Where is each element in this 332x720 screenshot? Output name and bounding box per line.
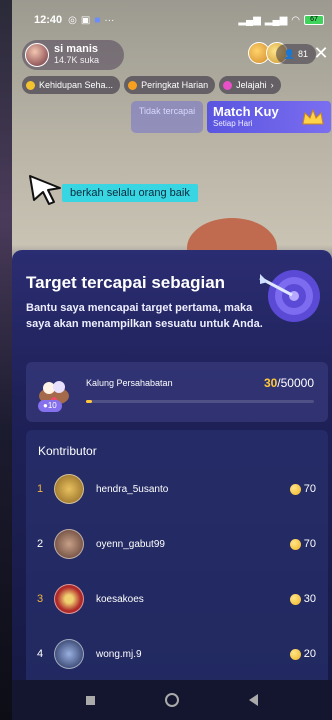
coin-icon xyxy=(289,593,301,605)
progress-card[interactable]: ●10 Kalung Persahabatan 30/50000 xyxy=(26,362,328,422)
contributor-coin-value: 30 xyxy=(303,593,316,605)
battery-icon: 67 xyxy=(304,15,324,25)
host-name: si manis xyxy=(54,43,99,55)
contributor-rank: 3 xyxy=(36,593,44,605)
contributor-avatar[interactable] xyxy=(54,529,84,559)
contributor-coins: 70 xyxy=(289,538,316,550)
coin-icon xyxy=(289,483,301,495)
close-icon[interactable]: ✕ xyxy=(312,42,330,64)
chip-label: Peringkat Harian xyxy=(141,80,209,90)
crown-icon xyxy=(302,108,324,125)
sheet-description: Bantu saya mencapai target pertama, maka… xyxy=(26,302,263,330)
host-avatar[interactable] xyxy=(25,43,49,67)
coin-icon xyxy=(289,538,301,550)
whatsapp-icon: ◎ xyxy=(68,14,77,26)
contributor-rank: 2 xyxy=(36,538,44,550)
contributors-title: Kontributor xyxy=(38,444,97,458)
back-icon[interactable] xyxy=(249,694,258,706)
contributor-name: oyenn_gabut99 xyxy=(96,538,165,550)
contributor-row[interactable]: 2 oyenn_gabut99 70 xyxy=(26,526,328,562)
host-likes: 14.7K suka xyxy=(54,55,100,65)
home-icon[interactable] xyxy=(165,693,179,707)
contributor-name: koesakoes xyxy=(96,593,144,605)
signal-icon: ▂▄▆ xyxy=(238,14,261,26)
cursor-icon xyxy=(29,175,61,205)
target-icon xyxy=(259,270,320,322)
person-icon: 👤 xyxy=(283,48,295,59)
contributor-avatar[interactable] xyxy=(54,474,84,504)
signal-icon-2: ▂▄▆ xyxy=(264,14,288,26)
contributor-coin-value: 20 xyxy=(303,648,316,660)
contributor-rank: 4 xyxy=(36,648,44,660)
system-icons: ▂▄▆ ▂▄▆ ◠ 67 xyxy=(238,15,324,26)
caption-text: berkah selalu orang baik xyxy=(62,184,198,202)
chip-dot-icon xyxy=(128,80,138,90)
gift-name: Kalung Persahabatan xyxy=(86,378,173,388)
chip-dot-icon xyxy=(26,80,35,90)
coin-icon xyxy=(289,648,301,660)
contributor-row[interactable]: 1 hendra_5usanto 70 xyxy=(26,471,328,507)
progress-goal: /50000 xyxy=(277,376,314,390)
instagram-icon: ▣ xyxy=(80,14,91,26)
contributors-panel: Kontributor 1 hendra_5usanto 70 2 oyenn_… xyxy=(26,430,328,690)
stream-caption: berkah selalu orang baik xyxy=(26,168,198,208)
host-profile[interactable]: si manis 14.7K suka xyxy=(22,40,124,70)
viewer-count[interactable]: 👤 81 xyxy=(275,44,316,64)
contributor-coins: 70 xyxy=(289,483,316,495)
chip-daily-ranking[interactable]: Peringkat Harian xyxy=(124,76,216,94)
progress-count: 30/50000 xyxy=(264,376,314,390)
contributor-name: wong.mj.9 xyxy=(96,648,142,660)
live-stream-screen: 12:40 ◎ ▣ ■ ··· ▂▄▆ ▂▄▆ ◠ 67 si manis 14… xyxy=(12,0,332,720)
background-edge xyxy=(0,0,12,720)
status-bar: 12:40 ◎ ▣ ■ ··· ▂▄▆ ▂▄▆ ◠ 67 xyxy=(12,8,332,32)
chip-row: Kehidupan Seha... Peringkat Harian Jelaj… xyxy=(22,76,332,94)
contributor-name: hendra_5usanto xyxy=(96,483,169,495)
contributor-row[interactable]: 4 wong.mj.9 20 xyxy=(26,636,328,672)
gift-level-badge: ●10 xyxy=(38,400,62,412)
notification-icons: ◎ ▣ ■ ··· xyxy=(68,15,114,26)
contributor-avatar[interactable] xyxy=(54,639,84,669)
chip-healthy-life[interactable]: Kehidupan Seha... xyxy=(22,76,121,94)
progress-fill xyxy=(86,400,92,403)
contributor-coin-value: 70 xyxy=(303,483,316,495)
match-kuy-banner[interactable]: Match Kuy Setiap Hari xyxy=(207,101,331,133)
contributor-row[interactable]: 3 koesakoes 30 xyxy=(26,581,328,617)
chip-label: Jelajahi xyxy=(236,80,267,90)
wifi-icon: ◠ xyxy=(291,14,300,26)
more-icon: ··· xyxy=(104,14,115,26)
progress-bar xyxy=(86,400,314,403)
target-sheet: Target tercapai sebagian Bantu saya menc… xyxy=(12,250,332,690)
contributor-coins: 20 xyxy=(289,648,316,660)
contributor-coin-value: 70 xyxy=(303,538,316,550)
chip-dot-icon xyxy=(223,80,233,90)
system-nav-bar xyxy=(12,680,332,720)
chevron-right-icon: › xyxy=(270,80,274,90)
contributor-coins: 30 xyxy=(289,593,316,605)
gift-level: 10 xyxy=(47,401,57,410)
not-achieved-badge[interactable]: Tidak tercapai xyxy=(131,101,203,133)
recents-icon[interactable] xyxy=(86,695,95,705)
contributor-avatar[interactable] xyxy=(54,584,84,614)
viewer-count-value: 81 xyxy=(297,49,308,59)
progress-current: 30 xyxy=(263,376,278,390)
contributor-rank: 1 xyxy=(36,483,44,495)
sheet-title: Target tercapai sebagian xyxy=(26,273,226,292)
message-icon: ■ xyxy=(94,14,101,26)
chip-explore[interactable]: Jelajahi › xyxy=(219,76,281,94)
status-time: 12:40 xyxy=(34,14,63,26)
chip-label: Kehidupan Seha... xyxy=(39,80,114,90)
